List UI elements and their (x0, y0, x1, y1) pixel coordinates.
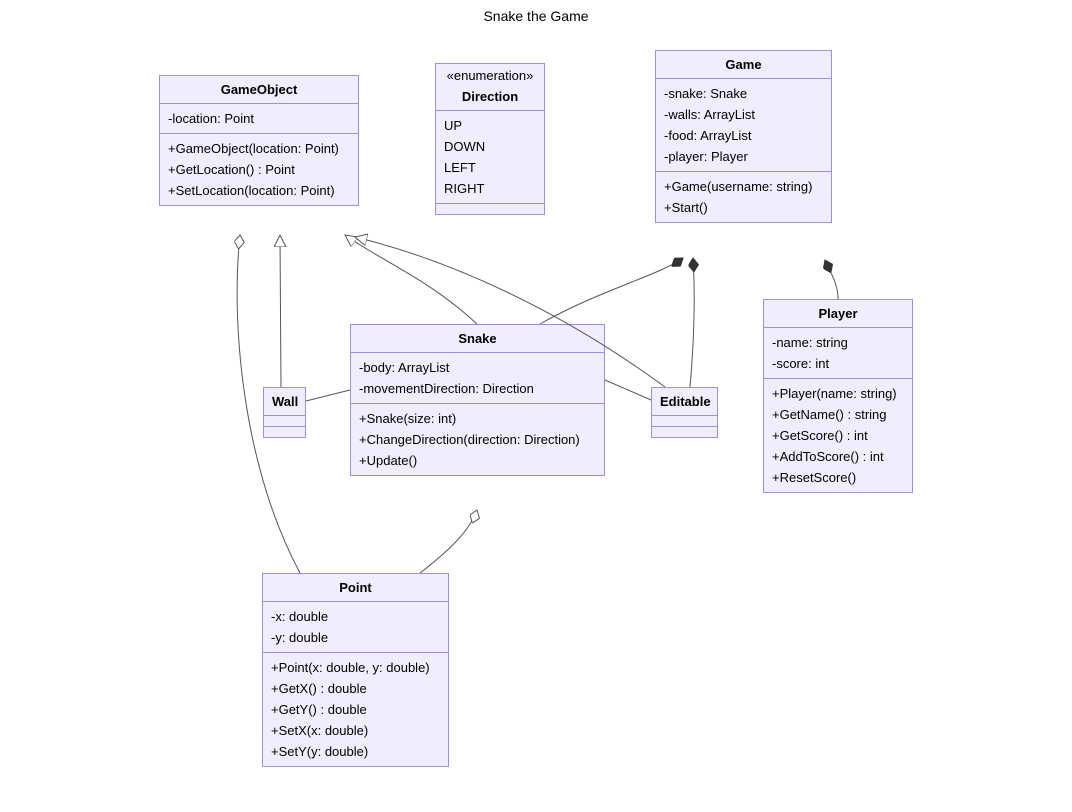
empty-section (264, 416, 305, 427)
class-name: Direction (436, 83, 544, 111)
class-operations: +GameObject(location: Point) +GetLocatio… (160, 134, 358, 205)
attr: -walls: ArrayList (662, 104, 825, 125)
attr: -player: Player (662, 146, 825, 167)
literal: UP (442, 115, 538, 136)
op: +GetScore() : int (770, 425, 906, 446)
attr: -snake: Snake (662, 83, 825, 104)
stereotype: «enumeration» (436, 64, 544, 83)
op: +GetY() : double (269, 699, 442, 720)
op: +ChangeDirection(direction: Direction) (357, 429, 598, 450)
class-name: Snake (351, 325, 604, 353)
class-snake: Snake -body: ArrayList -movementDirectio… (350, 324, 605, 476)
class-attributes: -body: ArrayList -movementDirection: Dir… (351, 353, 604, 404)
empty-section (436, 204, 544, 214)
op: +Start() (662, 197, 825, 218)
attr: -y: double (269, 627, 442, 648)
attr: -body: ArrayList (357, 357, 598, 378)
op: +GetX() : double (269, 678, 442, 699)
enum-literals: UP DOWN LEFT RIGHT (436, 111, 544, 204)
class-operations: +Snake(size: int) +ChangeDirection(direc… (351, 404, 604, 475)
class-name: Player (764, 300, 912, 328)
op: +AddToScore() : int (770, 446, 906, 467)
literal: LEFT (442, 157, 538, 178)
attr: -name: string (770, 332, 906, 353)
empty-section (652, 416, 717, 427)
empty-section (264, 427, 305, 437)
op: +GetName() : string (770, 404, 906, 425)
class-name: Game (656, 51, 831, 79)
op: +ResetScore() (770, 467, 906, 488)
diagram-title: Snake the Game (0, 8, 1072, 24)
class-game: Game -snake: Snake -walls: ArrayList -fo… (655, 50, 832, 223)
op: +SetLocation(location: Point) (166, 180, 352, 201)
literal: RIGHT (442, 178, 538, 199)
class-attributes: -snake: Snake -walls: ArrayList -food: A… (656, 79, 831, 172)
attr: -score: int (770, 353, 906, 374)
class-attributes: -location: Point (160, 104, 358, 134)
class-direction: «enumeration» Direction UP DOWN LEFT RIG… (435, 63, 545, 215)
op: +Snake(size: int) (357, 408, 598, 429)
op: +GameObject(location: Point) (166, 138, 352, 159)
class-attributes: -name: string -score: int (764, 328, 912, 379)
class-name: Wall (264, 388, 305, 416)
literal: DOWN (442, 136, 538, 157)
class-point: Point -x: double -y: double +Point(x: do… (262, 573, 449, 767)
op: +Game(username: string) (662, 176, 825, 197)
attr: -food: ArrayList (662, 125, 825, 146)
attr: -x: double (269, 606, 442, 627)
attr: -location: Point (166, 108, 352, 129)
class-player: Player -name: string -score: int +Player… (763, 299, 913, 493)
op: +Update() (357, 450, 598, 471)
class-attributes: -x: double -y: double (263, 602, 448, 653)
attr: -movementDirection: Direction (357, 378, 598, 399)
class-name: GameObject (160, 76, 358, 104)
op: +SetX(x: double) (269, 720, 442, 741)
class-editable: Editable (651, 387, 718, 438)
class-operations: +Player(name: string) +GetName() : strin… (764, 379, 912, 492)
class-name: Editable (652, 388, 717, 416)
op: +Point(x: double, y: double) (269, 657, 442, 678)
class-gameobject: GameObject -location: Point +GameObject(… (159, 75, 359, 206)
op: +SetY(y: double) (269, 741, 442, 762)
op: +GetLocation() : Point (166, 159, 352, 180)
class-operations: +Point(x: double, y: double) +GetX() : d… (263, 653, 448, 766)
class-wall: Wall (263, 387, 306, 438)
class-name: Point (263, 574, 448, 602)
class-operations: +Game(username: string) +Start() (656, 172, 831, 222)
empty-section (652, 427, 717, 437)
op: +Player(name: string) (770, 383, 906, 404)
